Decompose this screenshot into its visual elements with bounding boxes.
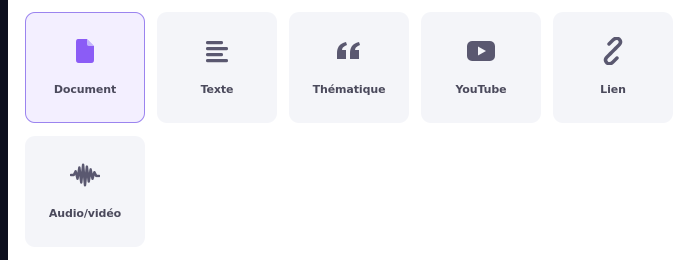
source-type-thematique[interactable]: Thématique [289, 12, 409, 123]
source-type-text[interactable]: Texte [157, 12, 277, 123]
waveform-icon [70, 162, 100, 188]
text-lines-icon [202, 38, 232, 64]
source-type-lien[interactable]: Lien [553, 12, 673, 123]
tile-label: Audio/vidéo [48, 207, 122, 220]
source-type-document[interactable]: Document [25, 12, 145, 123]
tile-label: Lien [600, 83, 626, 96]
source-type-grid: Document Texte Thématique YouTube Lien A… [25, 12, 673, 247]
source-type-audio-video[interactable]: Audio/vidéo [25, 136, 145, 247]
link-icon [598, 37, 628, 65]
document-icon [70, 38, 100, 64]
source-type-panel: Document Texte Thématique YouTube Lien A… [8, 0, 688, 260]
source-type-youtube[interactable]: YouTube [421, 12, 541, 123]
tile-label: YouTube [455, 83, 507, 96]
quote-icon [334, 38, 364, 64]
tile-label: Thématique [312, 83, 386, 96]
tile-label: Texte [200, 83, 234, 96]
tile-label: Document [53, 83, 117, 96]
youtube-icon [466, 38, 496, 64]
